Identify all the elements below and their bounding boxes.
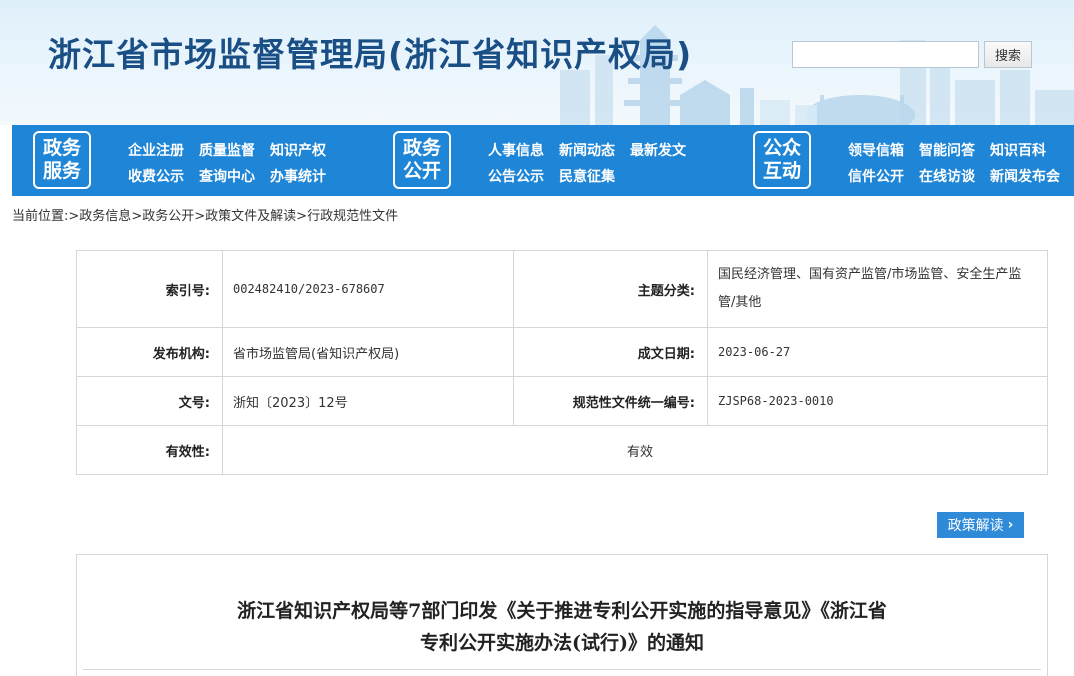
nav-link-latest-documents[interactable]: 最新发文 xyxy=(630,140,686,160)
nav-link-service-statistics[interactable]: 办事统计 xyxy=(270,166,326,186)
nav-link-intellectual-property[interactable]: 知识产权 xyxy=(270,140,326,160)
validity-value: 有效 xyxy=(222,425,1048,475)
nav-badge-gov-service[interactable]: 政务 服务 xyxy=(33,131,91,189)
breadcrumb-separator: > xyxy=(68,209,80,224)
nav-link-public-opinion[interactable]: 民意征集 xyxy=(559,166,615,186)
policy-interpretation-button[interactable]: 政策解读 › xyxy=(937,512,1024,538)
nav-link-knowledge-base[interactable]: 知识百科 xyxy=(990,140,1046,160)
publisher-value: 省市场监管局(省知识产权局) xyxy=(222,327,514,377)
breadcrumb-item-policy-docs[interactable]: 政策文件及解读 xyxy=(205,209,296,224)
nav-link-quality-supervision[interactable]: 质量监督 xyxy=(199,140,255,160)
document-info-table: 索引号: 002482410/2023-678607 主题分类: 国民经济管理、… xyxy=(76,250,1048,475)
badge-line: 服务 xyxy=(42,160,81,182)
nav-link-fee-disclosure[interactable]: 收费公示 xyxy=(128,166,184,186)
nav-link-announcements[interactable]: 公告公示 xyxy=(488,166,544,186)
search-button[interactable]: 搜索 xyxy=(984,41,1032,68)
code-label: 规范性文件统一编号: xyxy=(513,376,708,426)
badge-line: 公开 xyxy=(402,160,441,182)
nav-link-online-interview[interactable]: 在线访谈 xyxy=(919,166,975,186)
nav-group-public-interaction: 领导信箱 智能问答 知识百科 信件公开 在线访谈 新闻发布会 xyxy=(848,137,1074,189)
breadcrumb-separator: > xyxy=(131,209,143,224)
table-row: 文号: 浙知〔2023〕12号 规范性文件统一编号: ZJSP68-2023-0… xyxy=(76,376,1048,426)
badge-line: 公众 xyxy=(762,137,801,159)
badge-line: 政务 xyxy=(42,137,81,159)
search-input[interactable] xyxy=(792,41,979,68)
article-title: 浙江省知识产权局等7部门印发《关于推进专利公开实施的指导意见》《浙江省 专利公开… xyxy=(77,595,1047,659)
badge-line: 政务 xyxy=(402,137,441,159)
breadcrumb-item-gov-disclosure[interactable]: 政务公开 xyxy=(142,209,194,224)
nav-link-public-letters[interactable]: 信件公开 xyxy=(848,166,904,186)
nav-link-press-conference[interactable]: 新闻发布会 xyxy=(990,166,1060,186)
breadcrumb-prefix: 当前位置: xyxy=(12,209,69,224)
nav-group-gov-disclosure: 人事信息 新闻动态 最新发文 公告公示 民意征集 xyxy=(488,137,718,189)
nav-link-leader-mailbox[interactable]: 领导信箱 xyxy=(848,140,904,160)
policy-button-label: 政策解读 xyxy=(947,518,1004,534)
nav-group-gov-service: 企业注册 质量监督 知识产权 收费公示 查询中心 办事统计 xyxy=(128,137,358,189)
table-row: 有效性: 有效 xyxy=(76,425,1048,475)
main-nav: 政务 服务 企业注册 质量监督 知识产权 收费公示 查询中心 办事统计 政务 公… xyxy=(12,125,1074,196)
article-container: 浙江省知识产权局等7部门印发《关于推进专利公开实施的指导意见》《浙江省 专利公开… xyxy=(76,554,1048,676)
topic-label: 主题分类: xyxy=(513,250,708,328)
validity-label: 有效性: xyxy=(76,425,223,475)
article-title-line: 专利公开实施办法(试行)》的通知 xyxy=(420,632,704,654)
docno-value: 浙知〔2023〕12号 xyxy=(222,376,514,426)
breadcrumb: 当前位置:>政务信息>政务公开>政策文件及解读>行政规范性文件 xyxy=(12,205,398,224)
table-row: 发布机构: 省市场监管局(省知识产权局) 成文日期: 2023-06-27 xyxy=(76,327,1048,377)
nav-link-news[interactable]: 新闻动态 xyxy=(559,140,615,160)
date-value: 2023-06-27 xyxy=(707,327,1048,377)
site-title: 浙江省市场监督管理局(浙江省知识产权局) xyxy=(48,35,693,74)
breadcrumb-separator: > xyxy=(194,209,206,224)
nav-link-personnel-info[interactable]: 人事信息 xyxy=(488,140,544,160)
chevron-right-icon: › xyxy=(1007,517,1014,533)
site-header: 浙江省市场监督管理局(浙江省知识产权局) 搜索 xyxy=(0,0,1074,125)
nav-badge-public-interaction[interactable]: 公众 互动 xyxy=(753,131,811,189)
breadcrumb-item-gov-info[interactable]: 政务信息 xyxy=(79,209,131,224)
table-row: 索引号: 002482410/2023-678607 主题分类: 国民经济管理、… xyxy=(76,250,1048,328)
nav-link-query-center[interactable]: 查询中心 xyxy=(199,166,255,186)
badge-line: 互动 xyxy=(762,160,801,182)
date-label: 成文日期: xyxy=(513,327,708,377)
nav-link-smart-qa[interactable]: 智能问答 xyxy=(919,140,975,160)
nav-badge-gov-disclosure[interactable]: 政务 公开 xyxy=(393,131,451,189)
article-divider xyxy=(83,669,1041,670)
breadcrumb-item-normative-docs[interactable]: 行政规范性文件 xyxy=(307,209,398,224)
nav-link-enterprise-registration[interactable]: 企业注册 xyxy=(128,140,184,160)
publisher-label: 发布机构: xyxy=(76,327,223,377)
index-value: 002482410/2023-678607 xyxy=(222,250,514,328)
article-title-line: 浙江省知识产权局等7部门印发《关于推进专利公开实施的指导意见》《浙江省 xyxy=(237,600,887,622)
code-value: ZJSP68-2023-0010 xyxy=(707,376,1048,426)
breadcrumb-separator: > xyxy=(296,209,308,224)
docno-label: 文号: xyxy=(76,376,223,426)
topic-value: 国民经济管理、国有资产监管/市场监管、安全生产监管/其他 xyxy=(707,250,1048,328)
index-label: 索引号: xyxy=(76,250,223,328)
